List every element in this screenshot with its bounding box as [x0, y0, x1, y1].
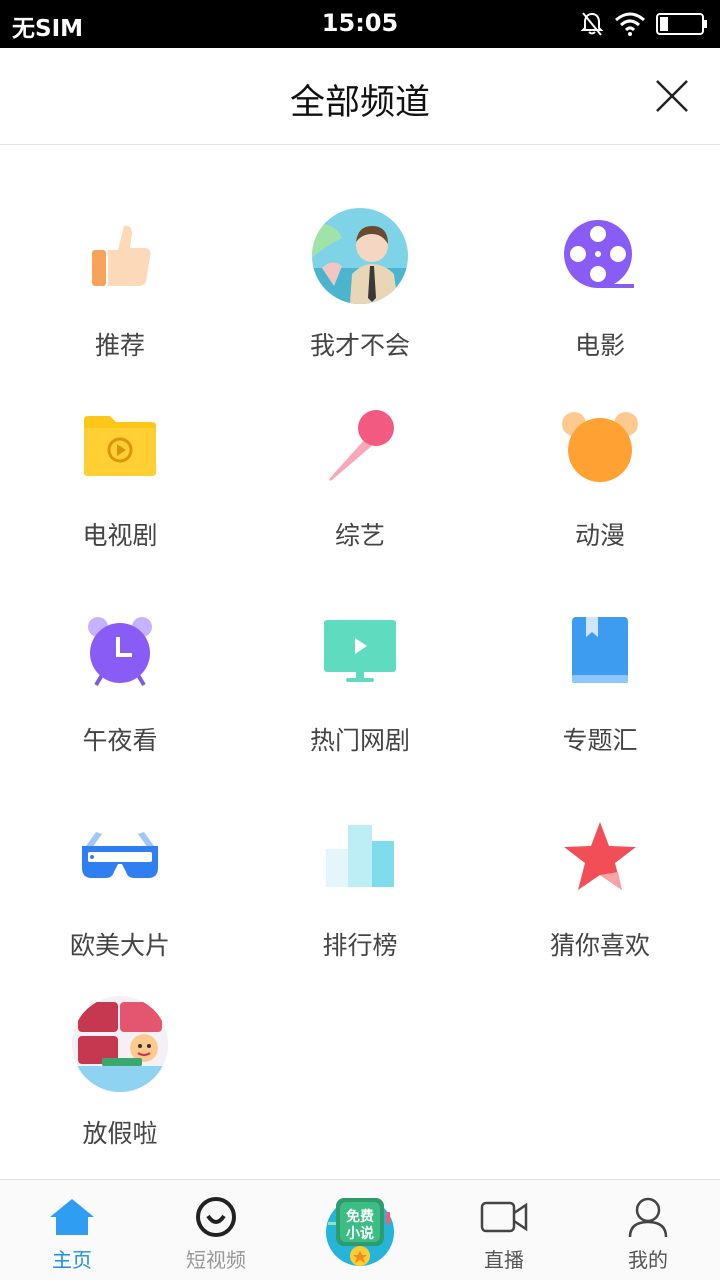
channel-tile-wocaibuhui[interactable]: 我才不会 — [240, 206, 480, 376]
holiday-badge-image — [70, 994, 170, 1094]
promo-text-line2: 小说 — [346, 1226, 374, 1242]
bar-chart-icon — [310, 806, 410, 906]
nav-me[interactable]: 我的 — [576, 1180, 720, 1280]
channel-tile-movie[interactable]: 电影 — [480, 206, 720, 376]
smile-circle-icon — [191, 1194, 241, 1240]
status-icons — [580, 10, 708, 38]
channel-label: 排行榜 — [322, 931, 398, 960]
nav-label: 直播 — [484, 1248, 524, 1272]
nav-live[interactable]: 直播 — [432, 1180, 576, 1280]
avatar-image — [310, 206, 410, 306]
channels-header: 全部频道 — [0, 48, 720, 145]
channel-tile-hot-web-series[interactable]: 热门网剧 — [240, 601, 480, 771]
channel-label: 猜你喜欢 — [549, 931, 650, 960]
nav-label: 短视频 — [186, 1248, 246, 1272]
channel-label: 综艺 — [334, 521, 385, 550]
channel-label: 午夜看 — [82, 726, 158, 755]
channel-label: 欧美大片 — [69, 931, 170, 960]
channel-tile-holiday[interactable]: 放假啦 — [0, 994, 240, 1164]
nav-label: 主页 — [52, 1248, 92, 1272]
channel-tile-variety[interactable]: 综艺 — [240, 396, 480, 566]
home-icon — [47, 1194, 97, 1240]
channel-label: 电视剧 — [82, 521, 158, 550]
nav-label: 我的 — [628, 1248, 668, 1272]
channel-label: 动漫 — [574, 521, 625, 550]
alarm-clock-icon — [70, 601, 170, 701]
channel-label: 专题汇 — [562, 726, 638, 755]
bear-icon — [550, 396, 650, 496]
channel-label: 推荐 — [94, 331, 145, 360]
bell-muted-icon — [580, 11, 604, 37]
film-reel-icon — [550, 206, 650, 306]
channel-tile-anime[interactable]: 动漫 — [480, 396, 720, 566]
user-icon — [623, 1194, 673, 1240]
microphone-icon — [310, 396, 410, 496]
video-camera-icon — [479, 1194, 529, 1240]
channel-tile-rankings[interactable]: 排行榜 — [240, 806, 480, 976]
status-bar: 无SIM 15:05 — [0, 0, 720, 48]
channel-tile-tv-series[interactable]: 电视剧 — [0, 396, 240, 566]
channel-tile-guess-you-like[interactable]: 猜你喜欢 — [480, 806, 720, 976]
free-novel-badge[interactable]: 免费 小说 — [324, 1192, 396, 1268]
thumbs-up-icon — [70, 206, 170, 306]
battery-icon — [656, 12, 708, 36]
channel-tile-topics[interactable]: 专题汇 — [480, 601, 720, 771]
page-title: 全部频道 — [289, 83, 430, 123]
channel-label: 放假啦 — [82, 1119, 158, 1148]
channel-label: 热门网剧 — [309, 726, 410, 755]
wifi-icon — [614, 12, 646, 36]
book-icon — [550, 601, 650, 701]
channel-tile-western-movies[interactable]: 欧美大片 — [0, 806, 240, 976]
tv-play-icon — [310, 601, 410, 701]
close-icon — [656, 80, 688, 112]
star-icon — [550, 806, 650, 906]
nav-home[interactable]: 主页 — [0, 1180, 144, 1280]
channel-label: 我才不会 — [309, 331, 410, 360]
channel-label: 电影 — [574, 331, 625, 360]
folder-play-icon — [70, 396, 170, 496]
close-button[interactable] — [654, 78, 690, 114]
channel-tile-midnight[interactable]: 午夜看 — [0, 601, 240, 771]
nav-short-video[interactable]: 短视频 — [144, 1180, 288, 1280]
channel-tile-recommend[interactable]: 推荐 — [0, 206, 240, 376]
3d-glasses-icon — [70, 806, 170, 906]
